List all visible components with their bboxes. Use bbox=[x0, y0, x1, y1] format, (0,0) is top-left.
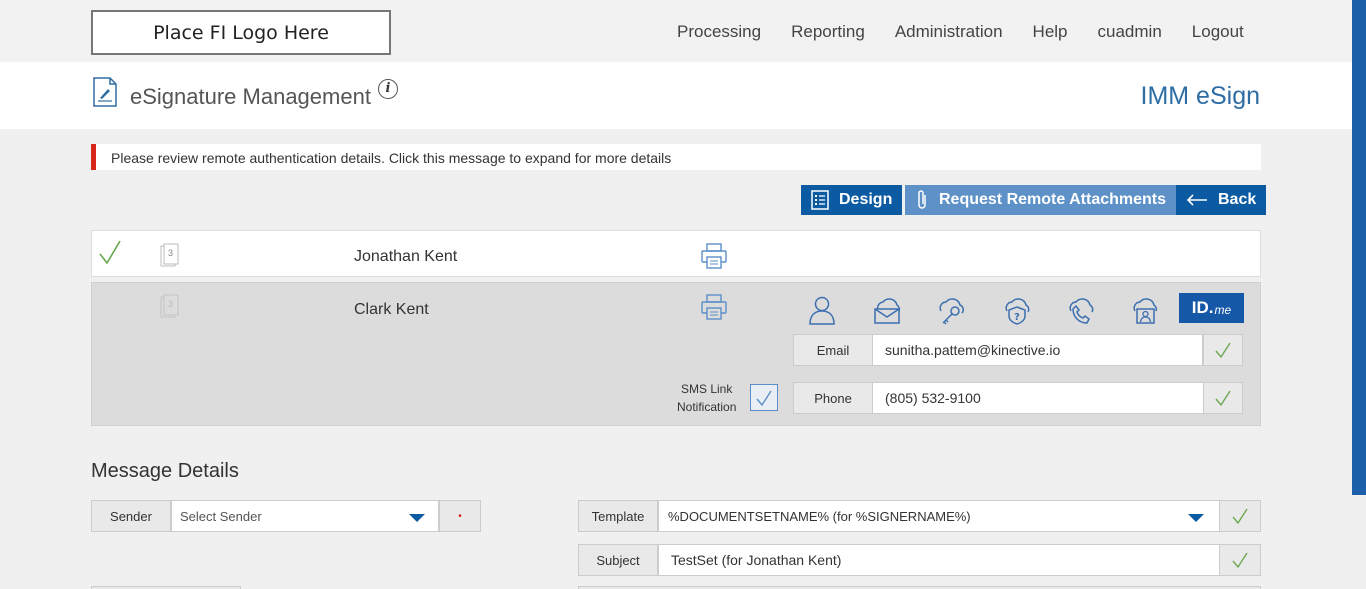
info-icon[interactable]: i bbox=[378, 79, 398, 99]
nav-logout[interactable]: Logout bbox=[1192, 22, 1244, 42]
sender-required-indicator: • bbox=[439, 500, 481, 532]
request-remote-attachments-label: Request Remote Attachments bbox=[939, 191, 1167, 208]
document-count: 3 bbox=[168, 248, 174, 258]
page-header: eSignature Management i IMM eSign bbox=[0, 62, 1352, 129]
email-label: Email bbox=[793, 334, 873, 366]
back-button[interactable]: Back bbox=[1176, 185, 1267, 215]
svg-text:?: ? bbox=[1014, 312, 1020, 323]
signer-name: Clark Kent bbox=[354, 301, 429, 318]
checkmark-icon bbox=[1215, 342, 1231, 359]
template-label: Template bbox=[578, 500, 658, 532]
nav-user[interactable]: cuadmin bbox=[1098, 22, 1162, 42]
nav-administration[interactable]: Administration bbox=[895, 22, 1003, 42]
email-verified-check bbox=[1203, 334, 1243, 366]
message-details-heading: Message Details bbox=[91, 460, 239, 482]
cloud-id-card-auth-icon[interactable] bbox=[1129, 295, 1161, 325]
sender-select[interactable]: Select Sender bbox=[171, 500, 439, 532]
printer-icon[interactable] bbox=[700, 293, 728, 321]
design-button[interactable]: Design bbox=[801, 185, 903, 215]
design-button-label: Design bbox=[839, 191, 893, 208]
email-field[interactable]: sunitha.pattem@kinective.io bbox=[872, 334, 1203, 366]
paperclip-icon bbox=[918, 190, 926, 209]
sender-label: Sender bbox=[91, 500, 171, 532]
arrow-left-icon bbox=[1186, 194, 1207, 206]
checkmark-icon bbox=[756, 390, 772, 406]
checkmark-icon bbox=[99, 240, 121, 265]
checklist-icon bbox=[811, 190, 829, 210]
signature-document-icon bbox=[93, 77, 117, 107]
chevron-down-icon bbox=[409, 514, 425, 522]
cloud-question-auth-icon[interactable]: ? bbox=[1001, 295, 1033, 325]
page-title: eSignature Management bbox=[130, 84, 371, 109]
required-dot-icon: • bbox=[458, 510, 462, 522]
cloud-key-auth-icon[interactable] bbox=[935, 295, 967, 325]
cloud-phone-auth-icon[interactable] bbox=[1065, 295, 1097, 325]
subject-field[interactable]: TestSet (for Jonathan Kent) bbox=[658, 544, 1220, 576]
person-auth-icon[interactable] bbox=[806, 295, 838, 325]
template-verified-check bbox=[1219, 500, 1261, 532]
chevron-down-icon bbox=[1188, 514, 1204, 522]
request-remote-attachments-button[interactable]: Request Remote Attachments bbox=[905, 185, 1177, 215]
checkmark-icon bbox=[1232, 552, 1248, 569]
phone-field[interactable]: (805) 532-9100 bbox=[872, 382, 1204, 414]
sender-select-value: Select Sender bbox=[180, 508, 262, 524]
main-nav: Processing Reporting Administration Help… bbox=[677, 22, 1244, 42]
brand-name: IMM eSign bbox=[1140, 82, 1260, 110]
back-button-label: Back bbox=[1218, 191, 1257, 208]
idme-suffix: me bbox=[1214, 302, 1232, 317]
sms-label-line1: SMS Link bbox=[681, 382, 733, 396]
signer-name: Jonathan Kent bbox=[354, 248, 458, 265]
nav-processing[interactable]: Processing bbox=[677, 22, 761, 42]
template-select[interactable]: %DOCUMENTSETNAME% (for %SIGNERNAME%) bbox=[658, 500, 1220, 532]
nav-help[interactable]: Help bbox=[1033, 22, 1068, 42]
sms-link-notification-checkbox[interactable] bbox=[750, 384, 778, 411]
idme-label: ID. bbox=[1191, 298, 1214, 317]
subject-label: Subject bbox=[578, 544, 658, 576]
printer-icon[interactable] bbox=[700, 242, 728, 270]
checkmark-icon bbox=[1232, 508, 1248, 525]
signer-row: 3 Jonathan Kent bbox=[91, 230, 1261, 277]
sms-label-line2: Notification bbox=[677, 400, 737, 414]
template-select-value: %DOCUMENTSETNAME% (for %SIGNERNAME%) bbox=[668, 508, 971, 524]
logo-placeholder: Place FI Logo Here bbox=[91, 10, 391, 55]
document-count: 3 bbox=[168, 299, 174, 309]
subject-verified-check bbox=[1219, 544, 1261, 576]
top-bar: Place FI Logo Here Processing Reporting … bbox=[0, 0, 1352, 62]
idme-auth-button[interactable]: ID. me bbox=[1179, 293, 1244, 323]
sms-link-notification-label: SMS Link Notification bbox=[677, 380, 736, 416]
phone-verified-check bbox=[1203, 382, 1243, 414]
document-count-icon: 3 bbox=[160, 243, 180, 267]
nav-reporting[interactable]: Reporting bbox=[791, 22, 865, 42]
vertical-scrollbar[interactable] bbox=[1352, 0, 1366, 495]
signer-row-expanded: 3 Clark Kent ? ID. me Email sunitha.patt… bbox=[91, 282, 1261, 426]
checkmark-icon bbox=[1215, 390, 1231, 407]
auth-alert-message[interactable]: Please review remote authentication deta… bbox=[91, 144, 1261, 170]
document-count-icon: 3 bbox=[160, 294, 180, 318]
phone-label: Phone bbox=[793, 382, 873, 414]
cloud-email-auth-icon[interactable] bbox=[871, 295, 903, 325]
